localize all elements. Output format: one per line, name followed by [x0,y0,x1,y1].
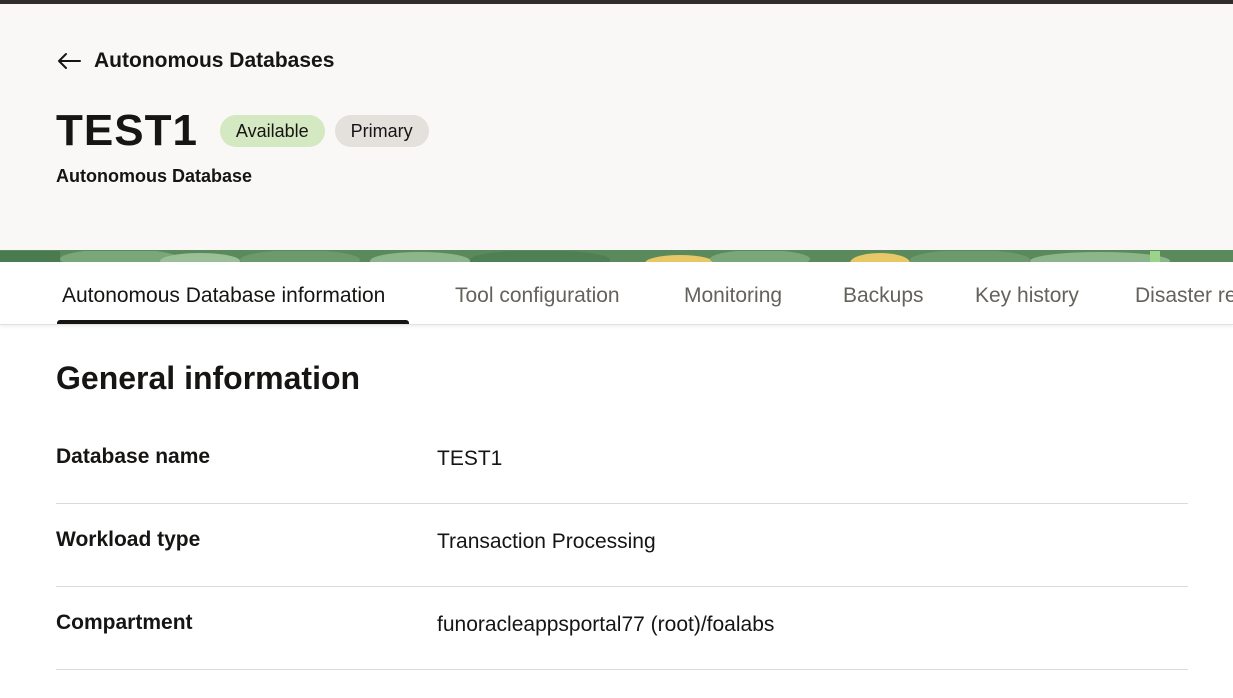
section-title: General information [56,360,361,396]
info-value: Transaction Processing [437,530,656,553]
title-row: TEST1 Available Primary [56,106,429,156]
tab-bar: Autonomous Database information Tool con… [0,262,1233,325]
tab-backups[interactable]: Backups [843,284,924,308]
active-tab-indicator [57,320,409,324]
page-title: TEST1 [56,106,198,155]
info-value[interactable]: funoracleappsportal77 (root)/foalabs [437,613,774,637]
info-label: Compartment [56,611,193,634]
info-row-workload-type: Workload type Transaction Processing [56,504,1188,587]
role-badge-primary: Primary [334,115,429,147]
page-header: Autonomous Databases TEST1 Available Pri… [0,4,1233,250]
info-row-compartment: Compartment funoracleappsportal77 (root)… [56,587,1188,670]
banner-pattern-graphic [0,250,1233,262]
page-subtitle: Autonomous Database [56,166,253,186]
info-row-database-name: Database name TEST1 [56,421,1188,504]
tab-key-history[interactable]: Key history [975,284,1079,308]
info-label: Workload type [56,528,201,551]
info-value: TEST1 [437,447,503,470]
tab-disaster-recovery[interactable]: Disaster re [1135,284,1233,308]
arrow-left-icon [58,53,81,69]
back-link-label: Autonomous Databases [94,49,335,72]
tab-autonomous-database-information[interactable]: Autonomous Database information [62,284,385,308]
info-label: Database name [56,445,211,468]
back-link[interactable]: Autonomous Databases [56,46,334,76]
tab-tool-configuration[interactable]: Tool configuration [455,284,620,308]
tab-monitoring[interactable]: Monitoring [684,284,782,308]
decorative-banner [0,250,1233,262]
status-badge-available: Available [219,115,325,147]
